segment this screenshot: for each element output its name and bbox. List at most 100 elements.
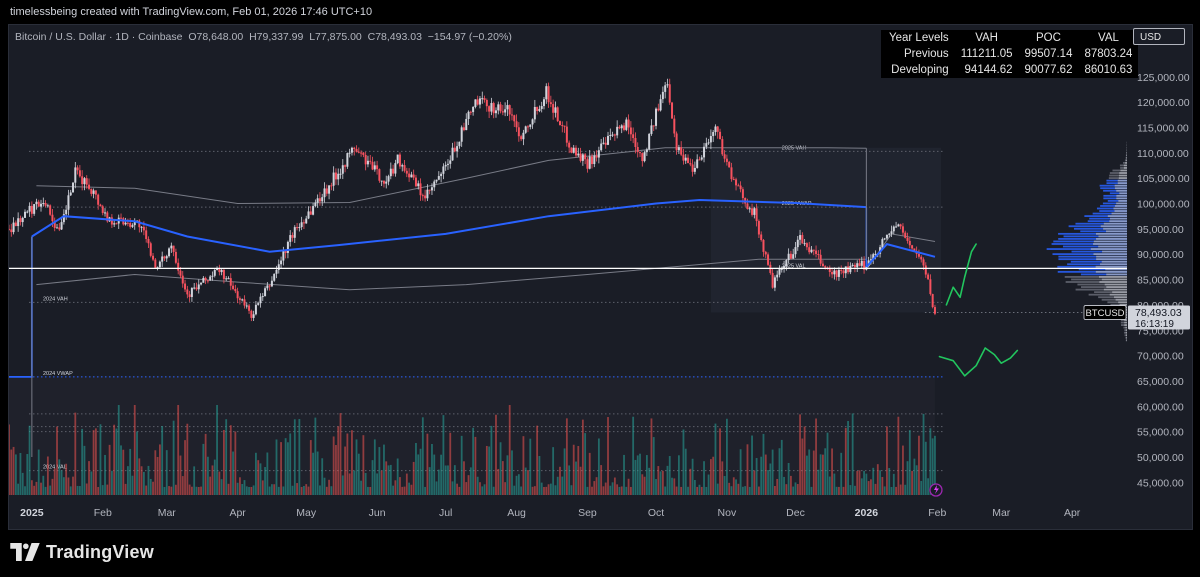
volume-bar xyxy=(625,486,628,495)
candle-body xyxy=(9,228,10,230)
volume-bar xyxy=(298,418,301,495)
profile-bar xyxy=(1119,192,1127,195)
volume-bar xyxy=(451,481,454,495)
volume-bar xyxy=(556,476,559,495)
candle-body xyxy=(236,291,239,299)
volume-bar xyxy=(319,485,321,495)
volume-bar xyxy=(273,484,276,495)
profile-bar xyxy=(1101,260,1127,263)
candle-body xyxy=(254,304,257,315)
candle-body xyxy=(924,265,927,275)
volume-bar xyxy=(289,433,292,495)
candle-body xyxy=(572,147,575,153)
volume-bar xyxy=(78,486,81,495)
candle-body xyxy=(72,182,75,193)
candle-body xyxy=(190,287,193,297)
candle-body xyxy=(664,85,667,92)
volume-bar xyxy=(19,452,22,495)
candle-body xyxy=(65,209,68,215)
candle-body xyxy=(581,154,584,161)
profile-bar xyxy=(1106,286,1127,288)
candle-body xyxy=(184,283,187,290)
volume-bar xyxy=(14,454,17,495)
candle-body xyxy=(602,142,605,144)
candle-body xyxy=(595,155,598,158)
volume-bar xyxy=(94,428,97,495)
volume-bar xyxy=(508,405,511,495)
candle-body xyxy=(385,181,388,184)
profile-bar xyxy=(1115,298,1127,301)
volume-bar xyxy=(76,485,79,495)
volume-bar xyxy=(120,445,122,495)
candle-body xyxy=(819,254,822,264)
candle-body xyxy=(668,84,671,103)
table-cell: 99507.14 xyxy=(1024,48,1073,60)
candle-body xyxy=(597,150,600,158)
volume-bar xyxy=(568,465,571,495)
y-tick-label: 55,000.00 xyxy=(1137,427,1184,439)
volume-bar xyxy=(892,473,895,495)
volume-bar xyxy=(403,486,406,495)
volume-bar xyxy=(723,476,726,495)
volume-bar xyxy=(474,436,477,495)
volume-bar xyxy=(122,449,125,495)
candle-body xyxy=(549,102,552,105)
candle-body xyxy=(181,275,184,284)
candle-body xyxy=(552,104,555,113)
volume-bar xyxy=(785,484,788,495)
candle-body xyxy=(428,189,431,191)
volume-bar xyxy=(849,485,852,495)
candle-body xyxy=(33,204,36,214)
volume-bar xyxy=(579,466,582,495)
volume-bar xyxy=(437,469,440,495)
volume-bar xyxy=(488,446,491,495)
volume-bar xyxy=(835,486,838,495)
volume-bar xyxy=(152,481,154,495)
volume-bar xyxy=(620,486,623,495)
candle-body xyxy=(760,234,763,241)
candle-body xyxy=(501,111,504,113)
price-chart[interactable]: 45,000.00 50,000.00 55,000.00 60,000.00 65,0… xyxy=(9,25,1194,531)
volume-bar xyxy=(161,426,164,495)
volume-bar xyxy=(675,486,678,495)
volume-bar xyxy=(92,430,95,495)
volume-bar xyxy=(611,482,614,495)
candle-body xyxy=(927,274,930,280)
candle-body xyxy=(476,99,479,105)
candle-body xyxy=(453,147,456,152)
candle-body xyxy=(392,168,395,174)
candle-body xyxy=(417,183,420,187)
volume-bar xyxy=(426,433,429,495)
chart-panel[interactable]: 45,000.00 50,000.00 55,000.00 60,000.00 65,0… xyxy=(8,24,1193,530)
volume-bar xyxy=(748,486,751,495)
value-area-box xyxy=(710,147,941,313)
candle-body xyxy=(575,147,578,156)
volume-bar xyxy=(888,468,891,495)
volume-bar xyxy=(177,405,180,495)
volume-bar xyxy=(730,486,733,495)
annotation-arrow-up xyxy=(945,243,977,306)
table-header-cell: Year Levels xyxy=(889,32,949,44)
volume-bar xyxy=(858,470,861,495)
candle-body xyxy=(481,98,484,100)
candle-body xyxy=(657,108,660,111)
volume-bar xyxy=(593,481,596,495)
candle-body xyxy=(220,269,223,273)
candle-body xyxy=(289,235,292,242)
volume-bar xyxy=(492,486,495,495)
volume-bar xyxy=(309,440,312,495)
ohlc-low: L77,875.00 xyxy=(309,31,362,43)
volume-bar xyxy=(824,448,827,495)
volume-bar xyxy=(453,465,456,495)
volume-bar xyxy=(440,454,443,495)
volume-bar xyxy=(476,476,479,495)
currency-button[interactable]: USD xyxy=(1133,28,1185,45)
candle-body xyxy=(700,157,703,160)
volume-bar xyxy=(844,427,847,495)
candle-body xyxy=(172,245,175,252)
volume-bar xyxy=(703,461,705,495)
volume-bar xyxy=(341,475,344,495)
volume-bar xyxy=(243,480,246,495)
volume-bar xyxy=(595,477,598,495)
candle-body xyxy=(618,126,621,129)
